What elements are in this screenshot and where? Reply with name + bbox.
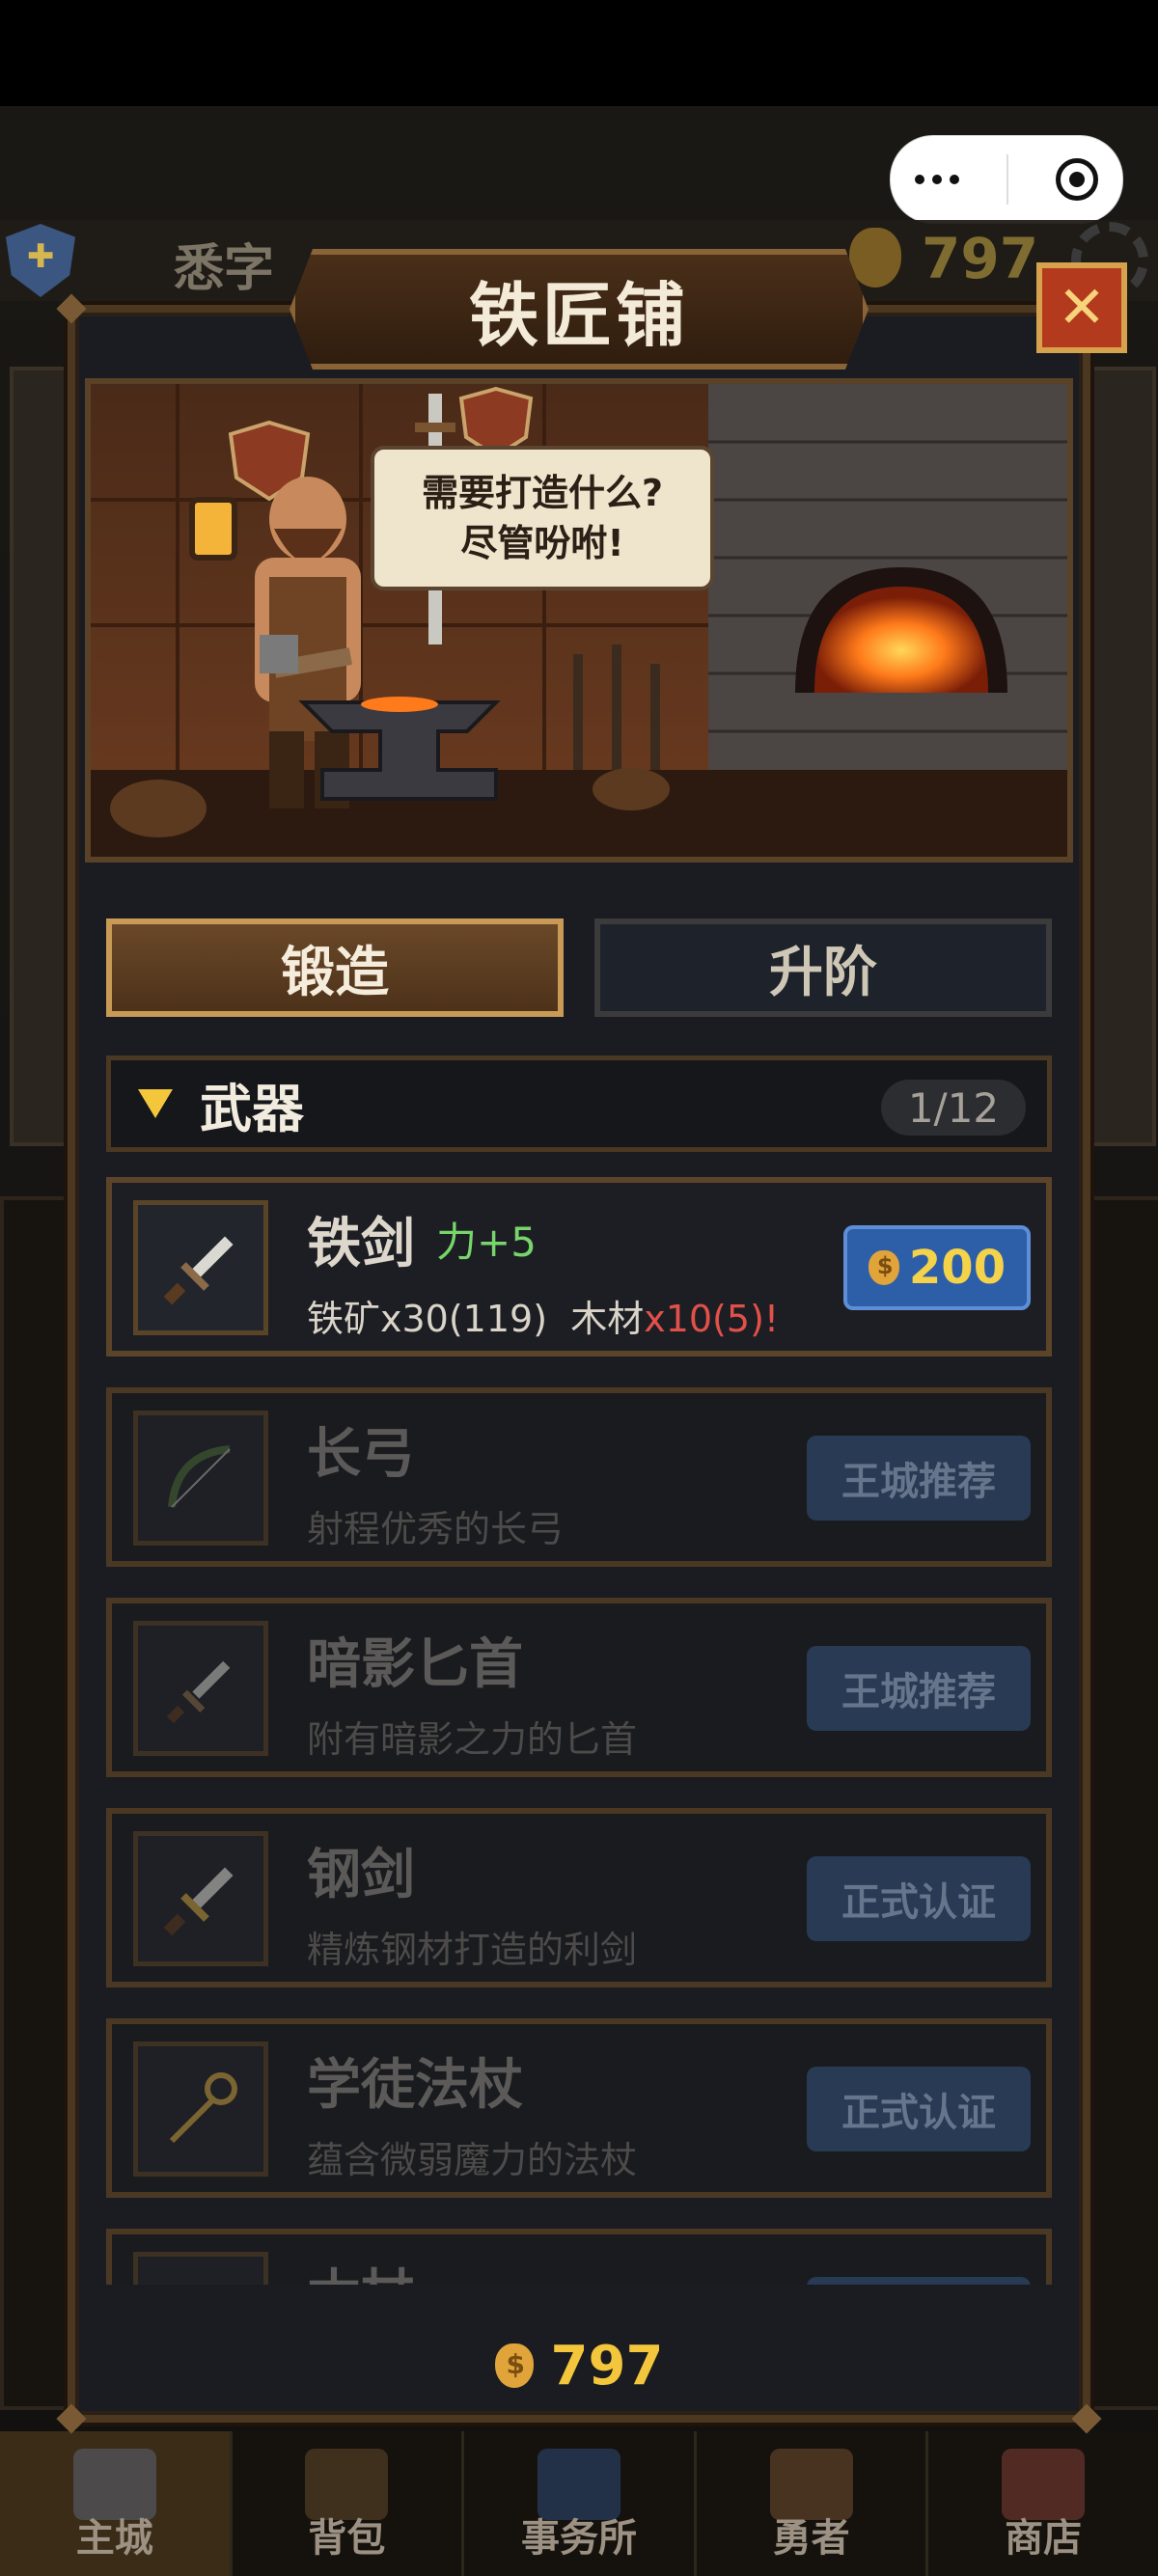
list-item[interactable]: 钢剑 精炼钢材打造的利剑 正式认证 [106,1808,1052,1987]
nav-label: 商店 [1005,2516,1083,2561]
item-name: 钢剑 [307,1844,415,1906]
item-name: 暗影匕首 [307,1633,523,1696]
capsule-divider [1006,154,1008,205]
nav-label: 勇者 [772,2516,850,2561]
category-name: 武器 [200,1078,304,1139]
item-materials: 铁矿x30(119) 木材x10(5)! [307,1289,779,1342]
item-description: 精炼钢材打造的利剑 [307,1929,638,1971]
forge-buy-button[interactable]: 200 [843,1225,1031,1310]
miniprogram-capsule[interactable] [890,135,1123,224]
material-wood-shortage: x10(5)! [644,1298,780,1340]
npc-speech-bubble: 需要打造什么? 尽管吩咐! [371,446,714,590]
background-panel-left-lower [0,1196,75,2410]
close-miniprogram-icon[interactable] [1056,158,1099,201]
item-name: 长弓 [307,1423,415,1486]
list-item[interactable]: 学徒法杖 蕴含微弱魔力的法杖 正式认证 [106,2018,1052,2198]
material-wood-name: 木材 [570,1298,645,1340]
unlock-requirement-button[interactable]: 正式认证 [807,2067,1031,2151]
close-button[interactable]: ✕ [1036,262,1127,353]
sword-icon [133,1200,268,1335]
unlock-requirement-button[interactable]: 正式认证 [807,1856,1031,1941]
nav-label: 主城 [75,2516,153,2561]
background-panel-right [1090,367,1156,1146]
speech-line-1: 需要打造什么? [421,472,664,514]
background-player-name: 悉字 [174,240,275,298]
item-name: 铁剑 [307,1213,415,1275]
item-stat-bonus: 力+5 [436,1219,537,1266]
list-item[interactable]: 长弓 射程优秀的长弓 王城推荐 [106,1387,1052,1567]
item-description: 附有暗影之力的匕首 [307,1718,638,1761]
speech-line-2: 尽管吩咐! [460,522,624,564]
background-panel-right-lower [1090,1196,1158,2410]
background-panel-left [10,367,75,1146]
nav-shop[interactable]: 商店 [928,2431,1158,2576]
item-description: 射程优秀的长弓 [307,1508,565,1550]
list-item[interactable]: 暗影匕首 附有暗影之力的匕首 王城推荐 [106,1598,1052,1777]
item-name: 木杖 [307,2252,415,2285]
price-value: 200 [908,1241,1006,1295]
dagger-icon [133,1621,268,1756]
tab-forge[interactable]: 锻造 [106,918,564,1017]
unlock-requirement-button[interactable]: 王城推荐 [807,1436,1031,1521]
status-bar [0,0,1158,106]
unlock-requirement-button[interactable]: 王城推荐 [807,1646,1031,1731]
staff-icon [133,2252,268,2285]
list-item[interactable]: 木杖 [106,2229,1052,2285]
staff-icon [133,2042,268,2177]
more-icon[interactable] [914,175,959,184]
nav-heroes[interactable]: 勇者 [697,2431,929,2576]
sword-icon [133,1831,268,1966]
nav-office[interactable]: 事务所 [464,2431,697,2576]
unlock-requirement-button[interactable] [807,2277,1031,2285]
background-gold-bag-icon [849,228,901,288]
title-banner: 铁匠铺 [290,249,868,370]
gold-bag-icon [494,2343,534,2388]
recipe-list[interactable]: 铁剑 力+5 铁矿x30(119) 木材x10(5)! 200 长弓 射程优秀的… [106,1177,1052,2285]
item-name: 学徒法杖 [307,2054,523,2117]
category-count-badge: 1/12 [881,1080,1026,1136]
bottom-nav: 主城 背包 事务所 勇者 商店 [0,2431,1158,2576]
modal-title: 铁匠铺 [468,275,689,356]
nav-label: 背包 [308,2516,386,2561]
nav-backpack[interactable]: 背包 [233,2431,465,2576]
gold-balance: 797 [68,2325,1090,2406]
triangle-down-icon [138,1089,173,1118]
bow-icon [133,1411,268,1546]
tab-upgrade[interactable]: 升阶 [594,918,1052,1017]
gold-bag-icon [868,1250,899,1285]
category-header-weapons[interactable]: 武器 1/12 [106,1055,1052,1152]
background-gold: 797 [922,226,1039,291]
nav-main-city[interactable]: 主城 [0,2431,233,2576]
item-description: 蕴含微弱魔力的法杖 [307,2139,638,2181]
gold-amount: 797 [550,2334,664,2398]
material-iron: 铁矿x30(119) [307,1298,548,1340]
list-item[interactable]: 铁剑 力+5 铁矿x30(119) 木材x10(5)! 200 [106,1177,1052,1357]
blacksmith-scene-image: 需要打造什么? 尽管吩咐! [85,378,1073,863]
nav-label: 事务所 [520,2516,637,2561]
